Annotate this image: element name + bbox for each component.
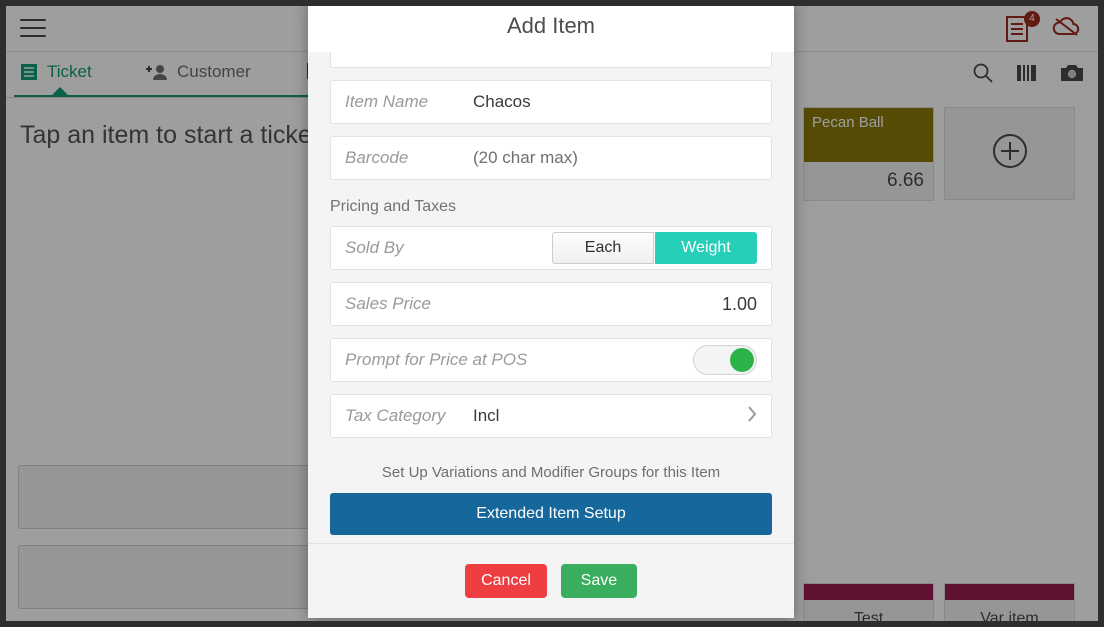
tax-category-value: Incl	[473, 406, 500, 425]
sold-by-segmented-control: Each Weight	[552, 232, 757, 264]
prompt-for-price-field: Prompt for Price at POS	[330, 338, 772, 382]
barcode-placeholder: (20 char max)	[473, 148, 578, 167]
pricing-section-title: Pricing and Taxes	[330, 198, 456, 215]
dialog-footer: Cancel Save	[308, 543, 794, 618]
item-name-field[interactable]: Item Name Chacos	[330, 80, 772, 124]
sales-price-field[interactable]: Sales Price 1.00	[330, 282, 772, 326]
barcode-field[interactable]: Barcode (20 char max)	[330, 136, 772, 180]
sales-price-label: Sales Price	[345, 294, 431, 313]
chevron-right-icon	[747, 405, 757, 427]
app-window: 4 Ticket Customer Tap an item to start a…	[0, 0, 1104, 627]
add-item-dialog: Add Item Item Name Chacos Barcode (20 ch…	[308, 6, 794, 618]
save-button[interactable]: Save	[560, 564, 637, 598]
sales-price-value: 1.00	[721, 293, 757, 314]
dialog-body: Item Name Chacos Barcode (20 char max) P…	[308, 52, 794, 543]
dialog-title: Add Item	[308, 6, 794, 52]
prompt-for-price-label: Prompt for Price at POS	[345, 350, 528, 369]
toggle-knob	[730, 348, 754, 372]
scrolled-off-field[interactable]	[330, 52, 772, 68]
tax-category-field[interactable]: Tax Category Incl	[330, 394, 772, 438]
extended-setup-note: Set Up Variations and Modifier Groups fo…	[381, 464, 721, 481]
sold-by-field: Sold By Each Weight	[330, 226, 772, 270]
item-name-value: Chacos	[473, 92, 531, 111]
sold-by-option-each[interactable]: Each	[552, 232, 654, 264]
sold-by-option-weight[interactable]: Weight	[655, 232, 757, 264]
sold-by-label: Sold By	[345, 238, 404, 257]
tax-category-label: Tax Category	[345, 406, 446, 425]
cancel-button[interactable]: Cancel	[465, 564, 547, 598]
extended-item-setup-button[interactable]: Extended Item Setup	[330, 493, 772, 535]
item-name-label: Item Name	[345, 92, 429, 111]
prompt-for-price-toggle[interactable]	[693, 345, 757, 375]
barcode-label: Barcode	[345, 148, 409, 167]
